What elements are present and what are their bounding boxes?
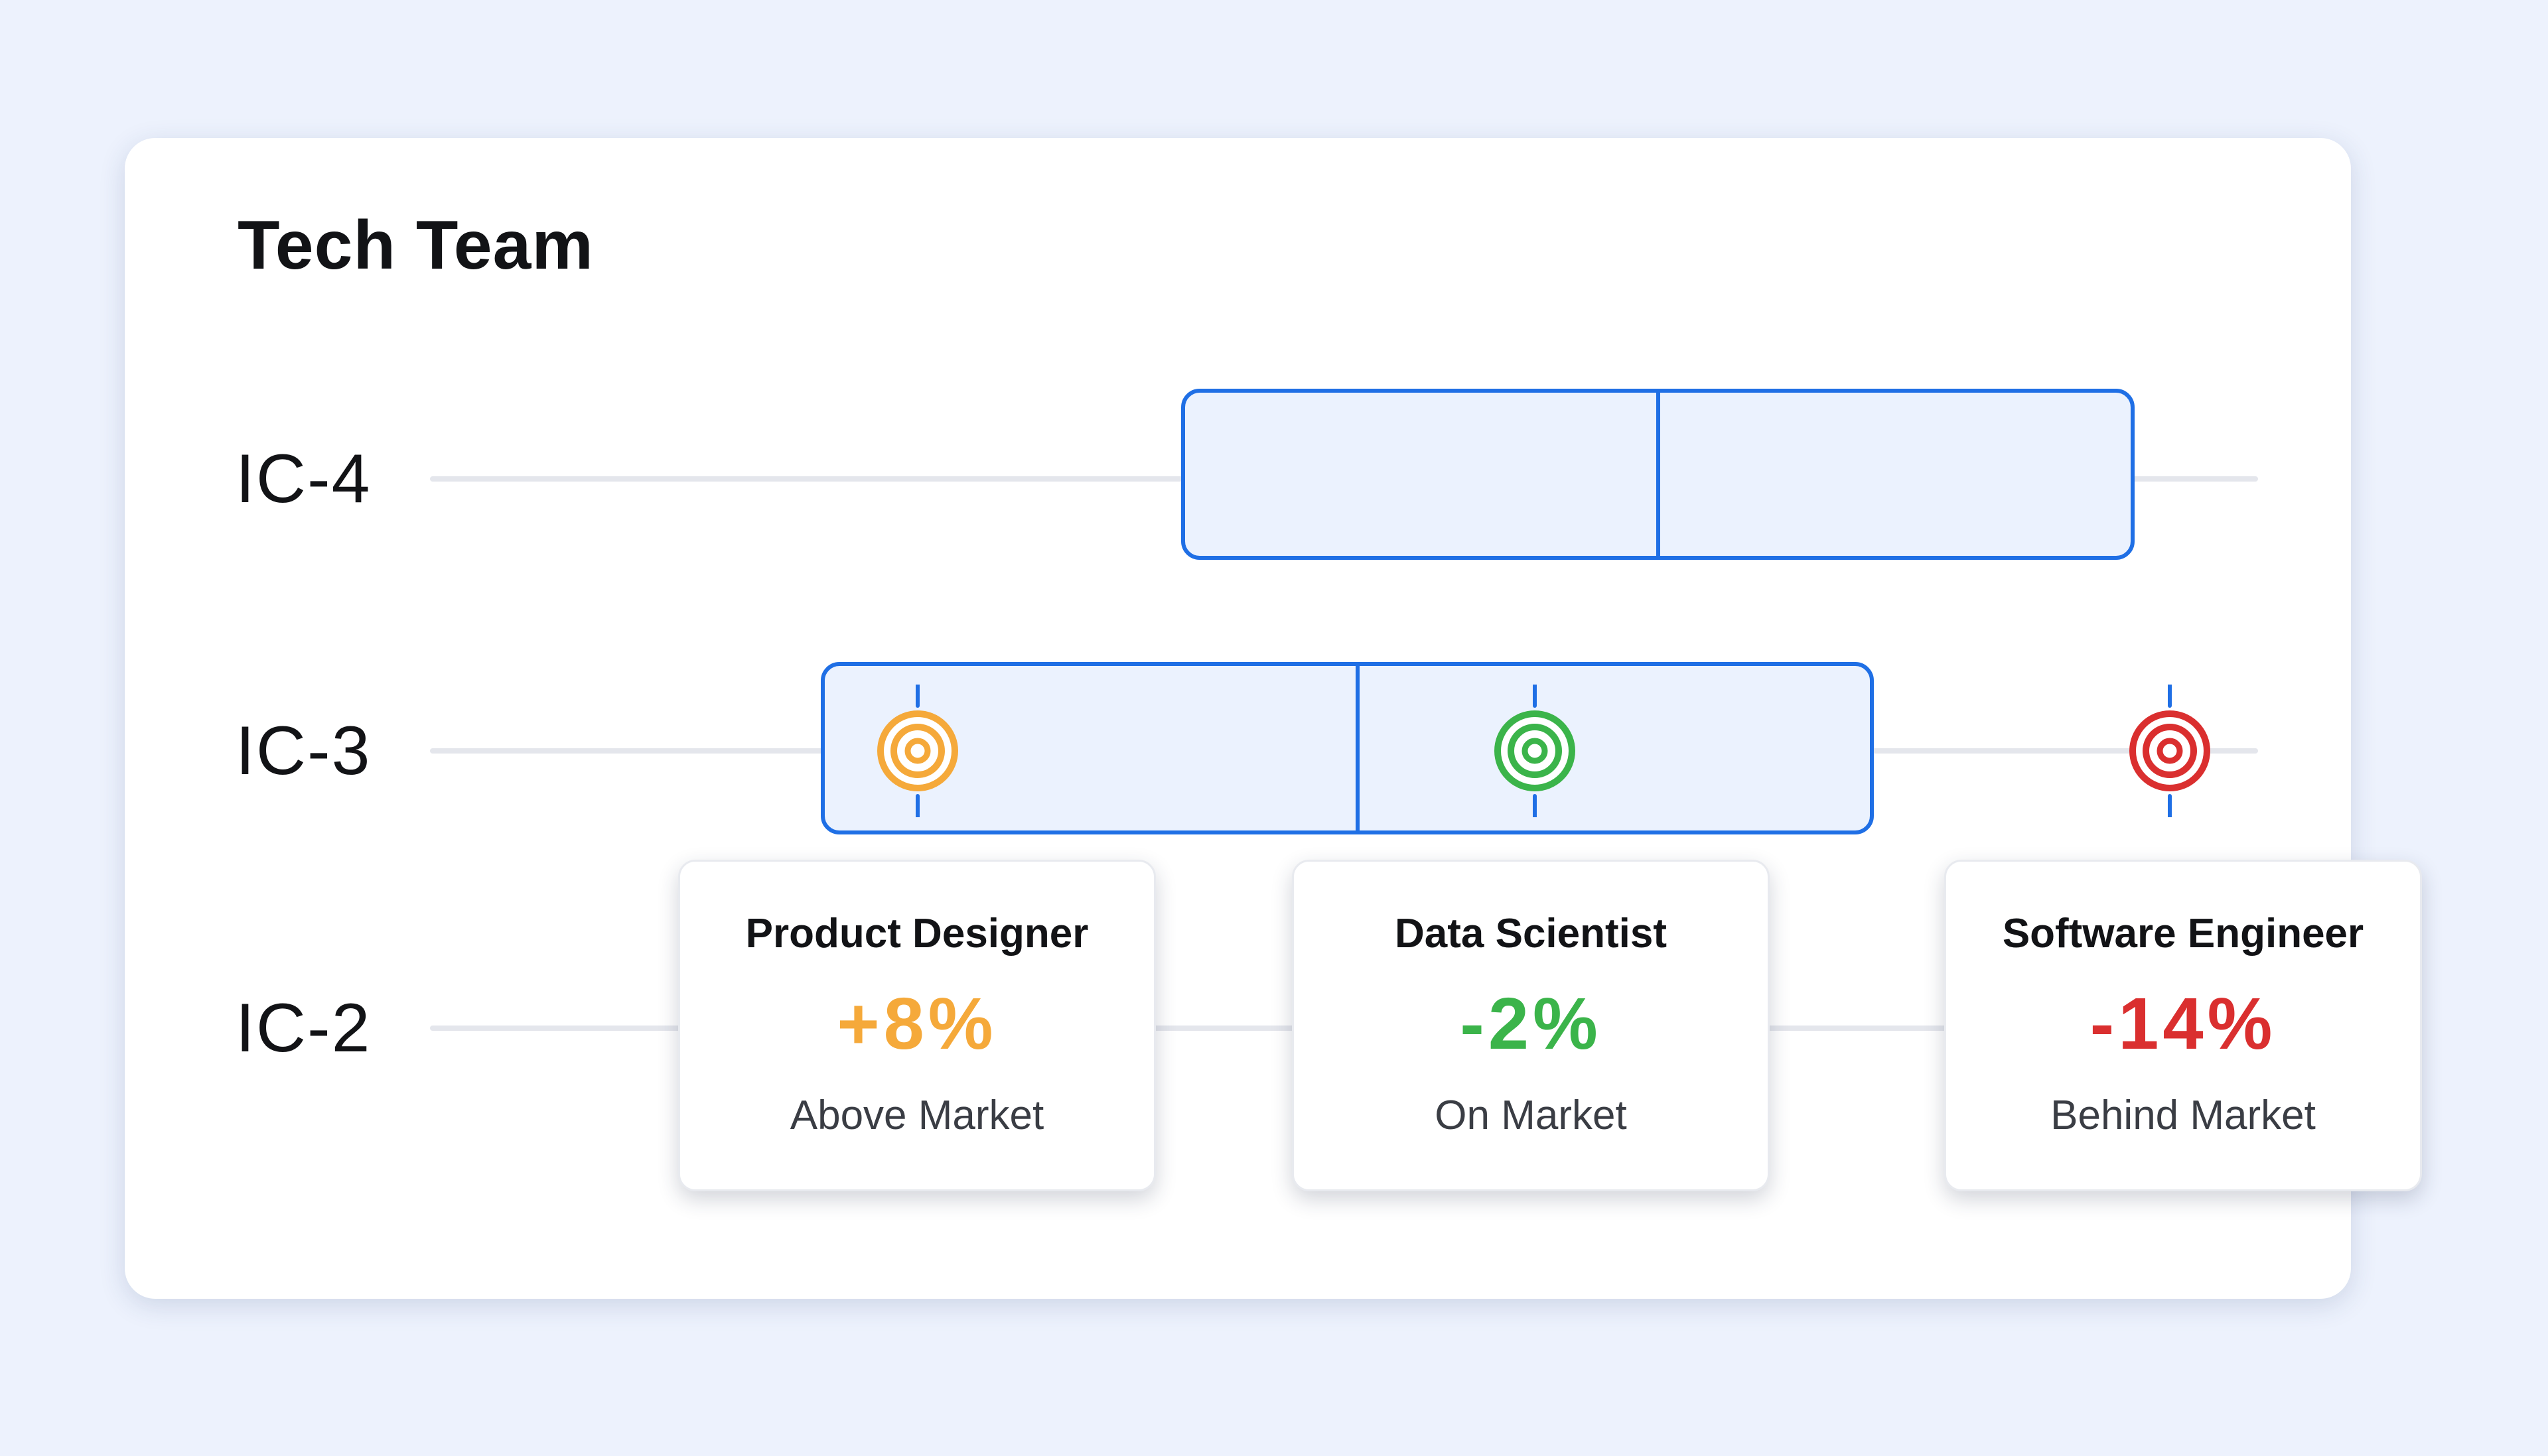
target-icon bbox=[1494, 685, 1575, 817]
range-band-ic3[interactable] bbox=[821, 662, 1874, 834]
role-card-software-engineer[interactable]: Software Engineer -14% Behind Market bbox=[1944, 860, 2422, 1191]
role-status: On Market bbox=[1435, 1092, 1627, 1138]
role-status: Above Market bbox=[790, 1092, 1044, 1138]
card-title: Tech Team bbox=[238, 207, 594, 284]
target-icon-product-designer[interactable] bbox=[871, 685, 964, 817]
role-delta: +8% bbox=[837, 983, 997, 1065]
role-card-data-scientist[interactable]: Data Scientist -2% On Market bbox=[1292, 860, 1770, 1191]
role-status: Behind Market bbox=[2050, 1092, 2316, 1138]
role-name: Product Designer bbox=[745, 911, 1089, 957]
median-marker-ic3 bbox=[1356, 666, 1360, 830]
range-band-ic4[interactable] bbox=[1181, 389, 2135, 560]
role-delta: -2% bbox=[1460, 983, 1602, 1065]
role-name: Software Engineer bbox=[2002, 911, 2364, 957]
target-icon-data-scientist[interactable] bbox=[1488, 685, 1581, 817]
level-label-ic4: IC-4 bbox=[236, 440, 372, 517]
target-icon-software-engineer[interactable] bbox=[2123, 685, 2216, 817]
median-marker-ic4 bbox=[1656, 393, 1660, 556]
level-label-ic3: IC-3 bbox=[236, 712, 372, 789]
role-card-product-designer[interactable]: Product Designer +8% Above Market bbox=[678, 860, 1156, 1191]
target-icon bbox=[877, 685, 958, 817]
role-name: Data Scientist bbox=[1394, 911, 1667, 957]
role-delta: -14% bbox=[2089, 983, 2277, 1065]
level-label-ic2: IC-2 bbox=[236, 990, 372, 1067]
target-icon bbox=[2129, 685, 2210, 817]
